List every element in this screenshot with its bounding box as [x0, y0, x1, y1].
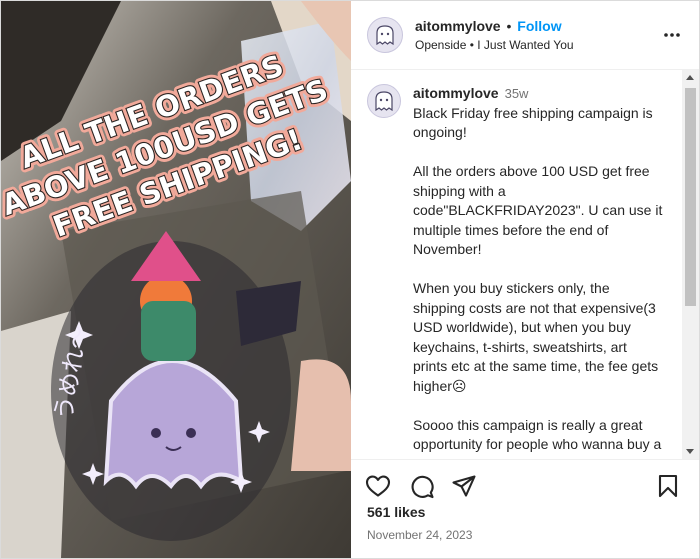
bookmark-icon[interactable]: [657, 474, 679, 498]
audio-info: Openside • I Just Wanted You: [415, 38, 574, 52]
media-text-overlay: ALL THE ORDERS ABOVE 100USD GETS FREE SH…: [1, 44, 336, 248]
caption-paragraph: All the orders above 100 USD get free sh…: [413, 163, 663, 257]
follow-button[interactable]: Follow: [517, 18, 561, 34]
caption-paragraph: When you buy stickers only, the shipping…: [413, 280, 659, 394]
caption-avatar[interactable]: [367, 84, 401, 118]
comment-icon[interactable]: [409, 474, 435, 500]
action-bar: [351, 459, 699, 500]
scrollbar-thumb[interactable]: [685, 88, 696, 306]
heart-icon[interactable]: [365, 474, 391, 498]
avatar[interactable]: [367, 17, 403, 53]
post-dialog: うめれ〜 ALL THE ORDERS ABOVE 100USD GETS FR…: [0, 0, 700, 559]
post-media[interactable]: うめれ〜 ALL THE ORDERS ABOVE 100USD GETS FR…: [1, 1, 351, 558]
audio-track[interactable]: I Just Wanted You: [477, 38, 573, 52]
caption-paragraph: Soooo this campaign is really a great op…: [413, 416, 662, 460]
caption-username[interactable]: aitommylove: [413, 85, 499, 101]
likes-count[interactable]: 561 likes: [351, 504, 699, 520]
scroll-up-arrow-icon[interactable]: [686, 75, 694, 80]
more-options-icon[interactable]: [663, 23, 681, 47]
header-username[interactable]: aitommylove: [415, 18, 501, 34]
audio-separator: •: [469, 38, 474, 52]
post-header: aitommylove • Follow Openside • I Just W…: [351, 1, 699, 70]
scrollbar[interactable]: [682, 70, 699, 459]
caption-age: 35w: [504, 86, 529, 101]
share-icon[interactable]: [451, 474, 477, 498]
caption: aitommylove 35w Black Friday free shippin…: [351, 70, 699, 459]
post-date[interactable]: November 24, 2023: [351, 528, 699, 542]
header-user-info: aitommylove • Follow Openside • I Just W…: [415, 18, 574, 52]
caption-paragraph: Black Friday free shipping campaign is o…: [413, 104, 653, 141]
avatar-ghost-icon: [375, 91, 393, 112]
header-separator: •: [506, 18, 512, 34]
post-panel: aitommylove • Follow Openside • I Just W…: [351, 1, 699, 558]
avatar-ghost-icon: [376, 25, 394, 46]
audio-artist[interactable]: Openside: [415, 38, 466, 52]
scroll-down-arrow-icon[interactable]: [686, 449, 694, 454]
comments-area[interactable]: aitommylove 35w Black Friday free shippin…: [351, 70, 699, 459]
caption-body: aitommylove 35w Black Friday free shippin…: [413, 84, 663, 459]
